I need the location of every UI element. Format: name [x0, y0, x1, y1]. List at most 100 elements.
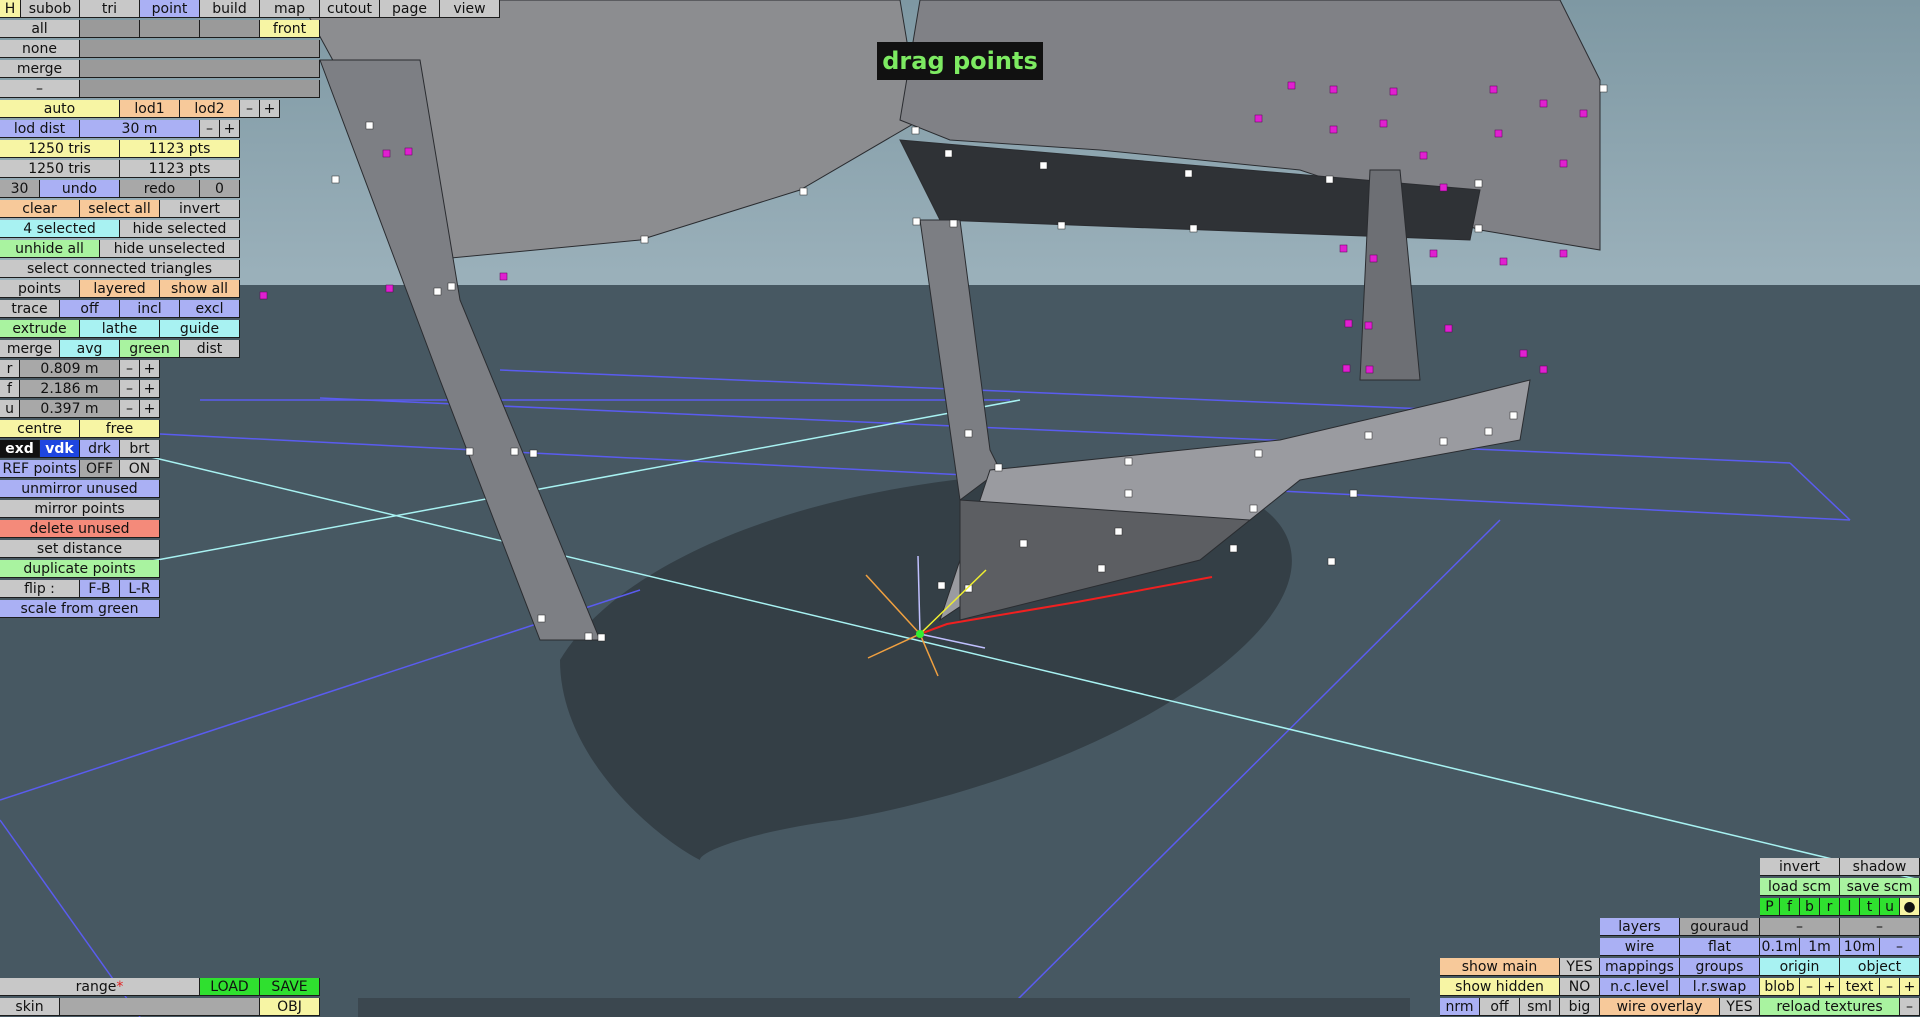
merge-avg-button[interactable]: avg: [60, 340, 120, 358]
ref-off-button[interactable]: OFF: [80, 460, 120, 478]
axis-u-minus[interactable]: –: [120, 400, 140, 418]
view-back-button[interactable]: b: [1800, 898, 1820, 916]
lod-plus-button[interactable]: +: [260, 100, 280, 118]
menu-cutout[interactable]: cutout: [320, 0, 380, 18]
menu-subob[interactable]: subob: [21, 0, 80, 18]
centre-button[interactable]: centre: [0, 420, 80, 438]
axis-f-minus[interactable]: –: [120, 380, 140, 398]
select-all-rows[interactable]: all: [0, 20, 80, 38]
layers-button[interactable]: layers: [1600, 918, 1680, 936]
reload-dash-button[interactable]: –: [1900, 998, 1920, 1016]
dash-right-button[interactable]: –: [1840, 918, 1920, 936]
range-field[interactable]: range*: [0, 978, 200, 996]
shade-vdk-button[interactable]: vdk: [40, 440, 80, 458]
gouraud-button[interactable]: gouraud: [1680, 918, 1760, 936]
ref-on-button[interactable]: ON: [120, 460, 160, 478]
blob-plus[interactable]: +: [1820, 978, 1840, 996]
flip-fb-button[interactable]: F-B: [80, 580, 120, 598]
object-button[interactable]: object: [1840, 958, 1920, 976]
step-dash-button[interactable]: –: [1880, 938, 1920, 956]
free-button[interactable]: free: [80, 420, 160, 438]
menu-build[interactable]: build: [200, 0, 260, 18]
shade-drk-button[interactable]: drk: [80, 440, 120, 458]
lod-auto-button[interactable]: auto: [0, 100, 120, 118]
lr-swap-button[interactable]: l.r.swap: [1680, 978, 1760, 996]
obj-button[interactable]: OBJ: [260, 998, 320, 1016]
undo-button[interactable]: undo: [40, 180, 120, 198]
menu-h[interactable]: H: [0, 0, 21, 18]
none-button[interactable]: none: [0, 40, 80, 58]
step-0-1m-button[interactable]: 0.1m: [1760, 938, 1800, 956]
axis-u-plus[interactable]: +: [140, 400, 160, 418]
view-dot-icon[interactable]: ●: [1900, 898, 1920, 916]
hide-unselected-button[interactable]: hide unselected: [100, 240, 240, 258]
redo-button[interactable]: redo: [120, 180, 200, 198]
view-under-button[interactable]: u: [1880, 898, 1900, 916]
normals-big-button[interactable]: big: [1560, 998, 1600, 1016]
skin-field[interactable]: [60, 998, 260, 1016]
points-button[interactable]: points: [0, 280, 80, 298]
menu-point[interactable]: point: [140, 0, 200, 18]
duplicate-points-button[interactable]: duplicate points: [0, 560, 160, 578]
axis-f-value[interactable]: 2.186 m: [20, 380, 120, 398]
flat-button[interactable]: flat: [1680, 938, 1760, 956]
step-10m-button[interactable]: 10m: [1840, 938, 1880, 956]
lod2-button[interactable]: lod2: [180, 100, 240, 118]
lod-dist-minus[interactable]: –: [200, 120, 220, 138]
extrude-button[interactable]: extrude: [0, 320, 80, 338]
layered-button[interactable]: layered: [80, 280, 160, 298]
shadow-button[interactable]: shadow: [1840, 858, 1920, 876]
view-front-button[interactable]: f: [1780, 898, 1800, 916]
nc-level-button[interactable]: n.c.level: [1600, 978, 1680, 996]
unhide-all-button[interactable]: unhide all: [0, 240, 100, 258]
save-button[interactable]: SAVE: [260, 978, 320, 996]
show-all-button[interactable]: show all: [160, 280, 240, 298]
load-scm-button[interactable]: load scm: [1760, 878, 1840, 896]
dash-left-button[interactable]: –: [1760, 918, 1840, 936]
origin-button[interactable]: origin: [1760, 958, 1840, 976]
show-main-toggle[interactable]: YES: [1560, 958, 1600, 976]
reload-textures-button[interactable]: reload textures: [1760, 998, 1900, 1016]
axis-r-plus[interactable]: +: [140, 360, 160, 378]
menu-tri[interactable]: tri: [80, 0, 140, 18]
wire-button[interactable]: wire: [1600, 938, 1680, 956]
merge-green-button[interactable]: green: [120, 340, 180, 358]
wire-overlay-toggle[interactable]: YES: [1720, 998, 1760, 1016]
lod-dist-plus[interactable]: +: [220, 120, 240, 138]
axis-r-minus[interactable]: –: [120, 360, 140, 378]
select-connected-button[interactable]: select connected triangles: [0, 260, 240, 278]
view-left-button[interactable]: l: [1840, 898, 1860, 916]
shade-exd-button[interactable]: exd: [0, 440, 40, 458]
text-plus[interactable]: +: [1900, 978, 1920, 996]
invert-button[interactable]: invert: [1760, 858, 1840, 876]
lod1-button[interactable]: lod1: [120, 100, 180, 118]
menu-page[interactable]: page: [380, 0, 440, 18]
lod-minus-button[interactable]: –: [240, 100, 260, 118]
axis-r-value[interactable]: 0.809 m: [20, 360, 120, 378]
merge-button[interactable]: merge: [0, 340, 60, 358]
show-hidden-toggle[interactable]: NO: [1560, 978, 1600, 996]
normals-nrm-button[interactable]: nrm: [1440, 998, 1480, 1016]
dash-button[interactable]: –: [0, 80, 80, 98]
invert-selection-button[interactable]: invert: [160, 200, 240, 218]
mappings-button[interactable]: mappings: [1600, 958, 1680, 976]
set-distance-button[interactable]: set distance: [0, 540, 160, 558]
trace-off-button[interactable]: off: [60, 300, 120, 318]
view-persp-button[interactable]: P: [1760, 898, 1780, 916]
viewport-3d[interactable]: [0, 0, 1920, 1017]
normals-sml-button[interactable]: sml: [1520, 998, 1560, 1016]
groups-button[interactable]: groups: [1680, 958, 1760, 976]
trace-incl-button[interactable]: incl: [120, 300, 180, 318]
load-button[interactable]: LOAD: [200, 978, 260, 996]
shade-brt-button[interactable]: brt: [120, 440, 160, 458]
save-scm-button[interactable]: save scm: [1840, 878, 1920, 896]
unmirror-unused-button[interactable]: unmirror unused: [0, 480, 160, 498]
select-all-button[interactable]: select all: [80, 200, 160, 218]
menu-map[interactable]: map: [260, 0, 320, 18]
merge-dist-button[interactable]: dist: [180, 340, 240, 358]
text-minus[interactable]: –: [1880, 978, 1900, 996]
mirror-points-button[interactable]: mirror points: [0, 500, 160, 518]
hide-selected-button[interactable]: hide selected: [120, 220, 240, 238]
menu-view[interactable]: view: [440, 0, 500, 18]
scale-from-green-button[interactable]: scale from green: [0, 600, 160, 618]
